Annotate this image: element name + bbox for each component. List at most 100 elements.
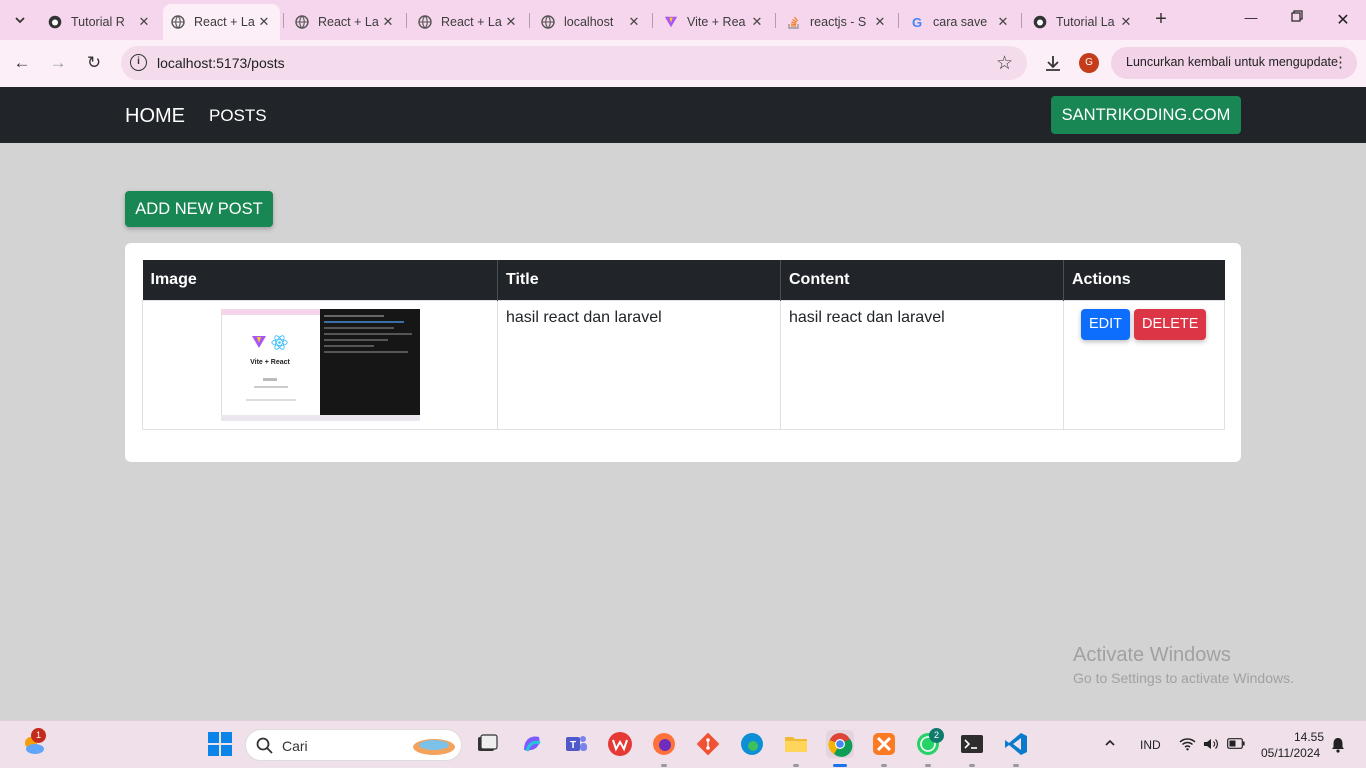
vscode-button[interactable] — [1003, 731, 1029, 757]
notification-bell-icon[interactable] — [1331, 737, 1345, 753]
close-icon[interactable]: ✕ — [380, 14, 396, 30]
chrome-icon — [828, 733, 853, 757]
delete-button[interactable]: DELETE — [1134, 308, 1207, 340]
browser-tab-active[interactable]: React + La ✕ — [163, 4, 280, 40]
title-cell: hasil react dan laravel — [497, 299, 781, 430]
thumbnail-count-button — [262, 377, 277, 381]
posts-card: Image Title Content Actions Vite + React… — [125, 243, 1241, 462]
watermark-subtitle: Go to Settings to activate Windows. — [1073, 670, 1294, 686]
edit-button[interactable]: EDIT — [1081, 308, 1131, 340]
file-explorer-button[interactable] — [783, 731, 809, 757]
close-icon[interactable]: ✕ — [749, 14, 765, 30]
restore-icon — [1291, 10, 1303, 22]
more-vert-icon[interactable]: ⋮ — [1333, 53, 1348, 71]
minimize-button[interactable]: — — [1241, 10, 1261, 25]
running-indicator — [925, 764, 931, 767]
tab-label: React + La — [194, 15, 255, 29]
terminal-button[interactable] — [959, 731, 985, 757]
bookmark-star-icon[interactable]: ☆ — [996, 52, 1013, 75]
browser-tab[interactable]: Tutorial La ✕ — [1025, 4, 1142, 40]
back-button[interactable]: ← — [9, 51, 35, 75]
url-text[interactable]: localhost:5173/posts — [157, 55, 285, 71]
browser-tab[interactable]: G cara save ✕ — [902, 4, 1019, 40]
taskbar-search[interactable]: Cari — [245, 729, 462, 761]
tab-label: localhost — [564, 15, 614, 29]
tab-label: Vite + Rea — [687, 15, 746, 29]
tab-separator — [529, 13, 530, 28]
search-icon — [256, 737, 273, 754]
close-icon[interactable]: ✕ — [256, 14, 272, 30]
site-info-icon[interactable]: i — [130, 54, 147, 71]
browser-tab[interactable]: localhost ✕ — [533, 4, 650, 40]
start-button[interactable] — [207, 731, 233, 757]
tab-separator — [1021, 13, 1022, 28]
teams-button[interactable]: T — [563, 731, 589, 757]
google-icon: G — [911, 14, 923, 30]
tray-overflow-chevron[interactable] — [1104, 736, 1116, 752]
chrome-button[interactable] — [826, 730, 854, 758]
home-link[interactable]: HOME — [125, 105, 185, 128]
download-icon[interactable] — [1043, 53, 1063, 73]
close-icon[interactable]: ✕ — [995, 14, 1011, 30]
folder-icon — [785, 737, 807, 752]
tab-label: React + La — [441, 15, 502, 29]
close-icon[interactable]: ✕ — [136, 14, 152, 30]
relaunch-update-button[interactable]: Luncurkan kembali untuk mengupdate ⋮ — [1111, 47, 1357, 79]
browser-tab[interactable]: React + La ✕ — [410, 4, 527, 40]
forward-button[interactable]: → — [45, 51, 71, 75]
browser-tab[interactable]: Vite + Rea ✕ — [656, 4, 773, 40]
santrikoding-button[interactable]: SANTRIKODING.COM — [1051, 96, 1241, 134]
clock-time[interactable]: 14.55 — [1294, 730, 1324, 744]
react-logo-icon — [270, 334, 288, 350]
browser-tab[interactable]: reactjs - S ✕ — [779, 4, 896, 40]
clock-date[interactable]: 05/11/2024 — [1261, 746, 1320, 760]
git-icon — [696, 732, 720, 756]
posts-link[interactable]: POSTS — [209, 106, 267, 126]
stackoverflow-icon — [787, 15, 801, 29]
table-header-row: Image Title Content Actions — [142, 260, 1225, 300]
globe-icon — [418, 15, 432, 29]
xampp-button[interactable] — [871, 731, 897, 757]
post-thumbnail: Vite + React — [220, 308, 420, 421]
restore-button[interactable] — [1287, 10, 1307, 25]
edge-button[interactable] — [739, 731, 765, 757]
wps-office-button[interactable] — [607, 731, 633, 757]
volume-icon[interactable] — [1203, 737, 1219, 751]
language-indicator[interactable]: IND — [1140, 738, 1161, 752]
new-tab-button[interactable]: + — [1151, 9, 1171, 31]
tab-label: Tutorial R — [71, 15, 125, 29]
app-navbar: HOME POSTS SANTRIKODING.COM — [0, 87, 1366, 143]
browser-tab[interactable]: Tutorial R ✕ — [40, 4, 160, 40]
image-cell: Vite + React — [142, 299, 498, 430]
close-icon[interactable]: ✕ — [1118, 14, 1134, 30]
close-icon[interactable]: ✕ — [626, 14, 642, 30]
thumbnail-text-line — [253, 385, 288, 388]
git-button[interactable] — [695, 731, 721, 757]
globe-icon — [171, 15, 185, 29]
thumbnail-caption: Vite + React — [250, 358, 290, 366]
vite-icon — [664, 15, 678, 29]
firefox-button[interactable] — [651, 731, 677, 757]
running-indicator — [661, 764, 667, 767]
globe-icon — [295, 15, 309, 29]
address-bar[interactable]: i localhost:5173/posts ☆ — [121, 46, 1027, 80]
copilot-button[interactable] — [519, 731, 545, 757]
add-new-post-button[interactable]: ADD NEW POST — [125, 191, 273, 227]
relaunch-label: Luncurkan kembali untuk mengupdate — [1126, 55, 1338, 69]
wps-icon — [608, 732, 632, 756]
tab-search-button[interactable] — [8, 8, 32, 32]
close-icon[interactable]: ✕ — [872, 14, 888, 30]
wifi-icon[interactable] — [1179, 737, 1196, 751]
battery-icon[interactable] — [1227, 738, 1245, 749]
reload-button[interactable]: ↻ — [81, 51, 107, 75]
close-icon[interactable]: ✕ — [503, 14, 519, 30]
column-header-title: Title — [497, 260, 781, 300]
weather-badge: 1 — [31, 728, 46, 743]
xampp-icon — [873, 733, 895, 755]
task-view-button[interactable] — [474, 731, 500, 757]
teams-icon: T — [566, 736, 587, 751]
profile-avatar[interactable]: G — [1079, 53, 1099, 73]
browser-tab[interactable]: React + La ✕ — [287, 4, 404, 40]
column-header-content: Content — [780, 260, 1064, 300]
close-window-button[interactable]: ✕ — [1333, 10, 1353, 30]
